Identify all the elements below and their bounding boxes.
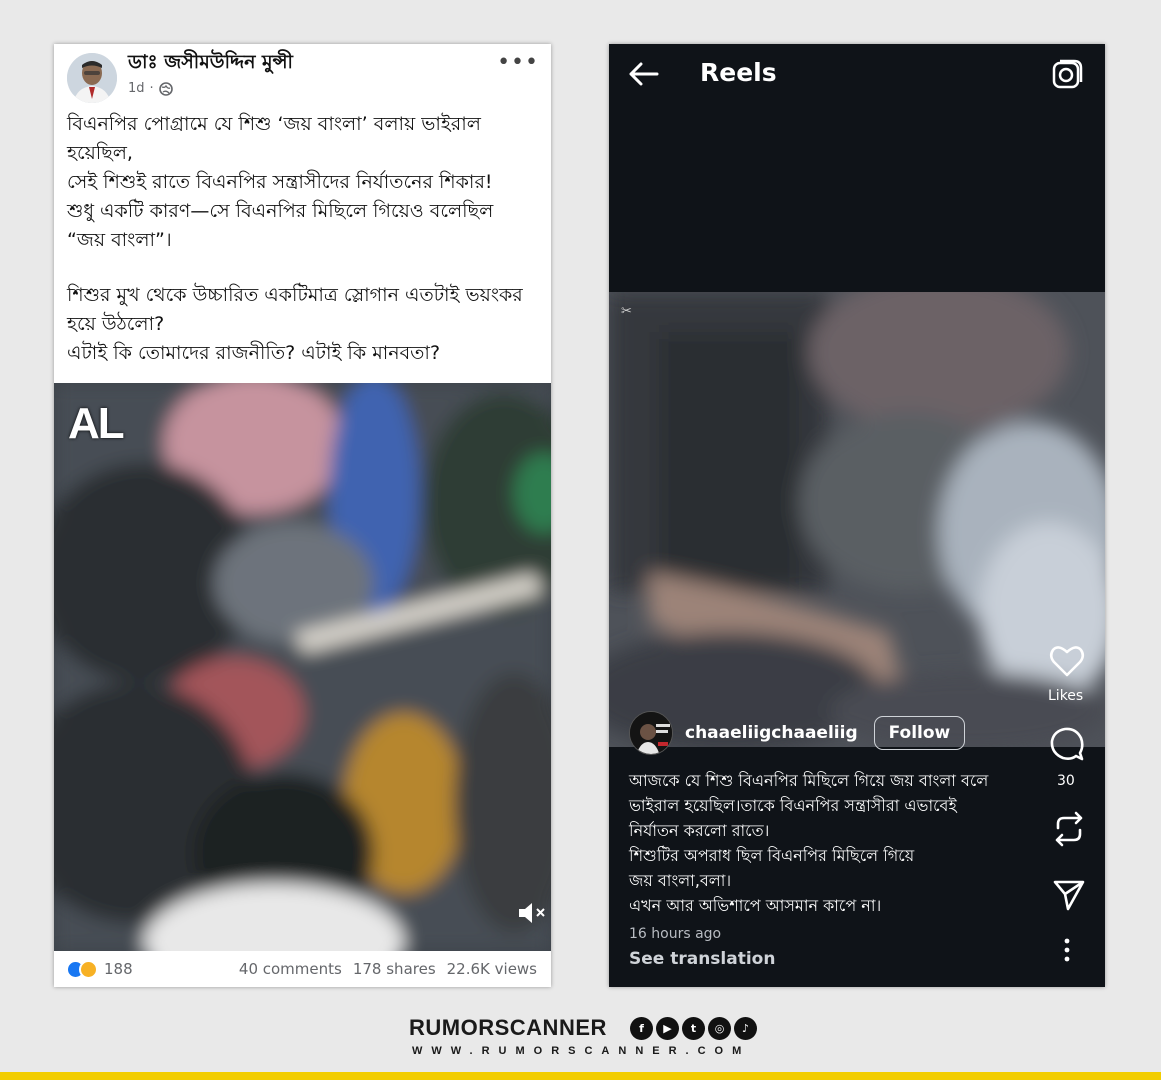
post-paragraph: সেই শিশুই রাতে বিএনপির সন্ত্রাসীদের নির্… [67,171,493,193]
like-button[interactable] [1047,644,1087,682]
repost-icon [1055,811,1083,847]
post-paragraph: শুধু একটি কারণ—সে বিএনপির মিছিলে গিয়েও … [67,200,494,251]
brand-logo: RUMORSCANNER f ▶ t ◎ ♪ WWW.RUMORSCANNER.… [409,1015,769,1060]
follow-button[interactable]: Follow [873,716,966,750]
facebook-post-card: ডাঃ জসীমউদ্দিন মুন্সী 1d · ••• বিএনপির প… [54,44,551,987]
twitter-icon: t [682,1017,705,1040]
social-icons: f ▶ t ◎ ♪ [630,1017,757,1040]
caption-line: নির্যাতন করলো রাতে। [629,821,770,840]
post-text: বিএনপির পোগ্রামে যে শিশু ‘জয় বাংলা’ বলা… [67,110,537,368]
arrow-left-icon[interactable] [627,60,661,88]
post-video[interactable]: AL [54,383,551,951]
tiktok-icon: ♪ [734,1017,757,1040]
reels-card: Reels ✂ chaaeliigchaaeliig Follow আজকে য… [609,44,1105,987]
comments-count[interactable]: 40 comments [239,960,342,978]
caption-line: আজকে যে শিশু বিএনপির মিছিলে গিয়ে জয় বা… [629,771,989,790]
author-avatar[interactable] [67,53,117,103]
post-time[interactable]: 1d [128,81,145,96]
heart-icon [1049,646,1085,677]
reel-caption: আজকে যে শিশু বিএনপির মিছিলে গিয়ে জয় বা… [629,768,1049,918]
accent-bar [0,1072,1161,1080]
post-header: ডাঃ জসীমউদ্দিন মুন্সী 1d · ••• [54,44,551,106]
ellipsis-icon[interactable]: ••• [497,50,539,75]
likes-label: Likes [1048,688,1084,704]
reel-video[interactable]: ✂ [609,292,1105,747]
sad-reaction-icon [79,959,98,979]
post-meta: 1d · [128,81,173,96]
comment-count: 30 [1057,773,1075,789]
reels-title: Reels [700,58,777,87]
reel-author: chaaeliigchaaeliig Follow [629,710,966,756]
reel-username[interactable]: chaaeliigchaaeliig [685,723,858,743]
caption-line: এখন আর অভিশাপে আসমান কাপে না। [629,896,882,915]
youtube-icon: ▶ [656,1017,679,1040]
see-translation-link[interactable]: See translation [629,949,775,969]
repost-button[interactable] [1049,810,1089,852]
share-icon [1053,880,1085,911]
views-count: 22.6K views [446,960,537,978]
reels-header: Reels [609,44,1105,104]
share-button[interactable] [1049,878,1089,916]
instagram-icon: ◎ [708,1017,731,1040]
muted-speaker-icon[interactable] [517,901,547,925]
more-vertical-icon [1064,938,1070,962]
post-stats: 40 comments 178 shares 22.6K views [239,960,537,978]
reaction-count: 188 [104,960,133,978]
video-frame [54,383,551,951]
post-footer: 188 40 comments 178 shares 22.6K views [54,951,551,987]
reel-video-frame [609,292,1105,747]
camera-icon[interactable] [1051,58,1083,90]
caption-line: ভাইরাল হয়েছিল।তাকে বিএনপির সন্ত্রাসীরা … [629,796,957,815]
video-watermark: AL [68,399,125,448]
shares-count[interactable]: 178 shares [353,960,436,978]
globe-icon [158,81,173,96]
caption-line: জয় বাংলা,বলা। [629,871,732,890]
brand-name: RUMORSCANNER [409,1015,607,1040]
author-name[interactable]: ডাঃ জসীমউদ্দিন মুন্সী [128,48,293,80]
facebook-icon: f [630,1017,653,1040]
post-paragraph: শিশুর মুখ থেকে উচ্চারিত একটিমাত্র স্লোগা… [67,284,523,335]
reactions-summary[interactable]: 188 [66,959,133,979]
comment-icon [1050,727,1084,761]
reel-time: 16 hours ago [629,926,722,942]
more-button[interactable] [1047,938,1087,966]
post-paragraph: বিএনপির পোগ্রামে যে শিশু ‘জয় বাংলা’ বলা… [67,113,481,164]
brand-url: WWW.RUMORSCANNER.COM [412,1045,751,1057]
post-paragraph: এটাই কি তোমাদের রাজনীতি? এটাই কি মানবতা? [67,342,441,364]
separator-dot: · [149,81,154,96]
caption-line: শিশুটির অপরাধ ছিল বিএনপির মিছিলে গিয়ে [629,846,915,865]
capcut-icon: ✂ [621,304,632,319]
reel-author-avatar[interactable] [629,711,673,755]
comment-button[interactable] [1047,726,1087,766]
